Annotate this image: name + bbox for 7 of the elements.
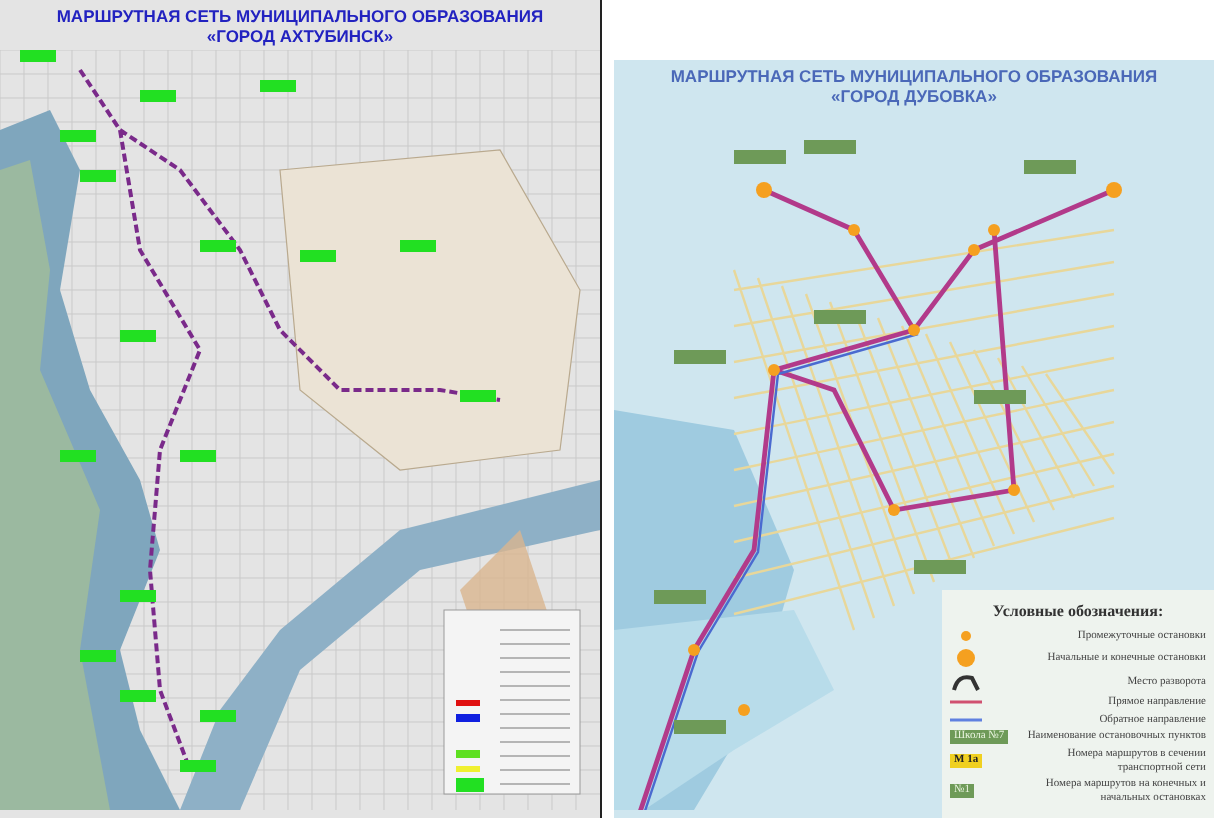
map-title: «ГОРОД ДУБОВКА» [831,86,997,106]
map-title: МАРШРУТНАЯ СЕТЬ МУНИЦИПАЛЬНОГО ОБРАЗОВАНИЯ [670,66,1158,86]
legend-title: Условные обозначения: [990,602,1166,620]
map-title: МАРШРУТНАЯ СЕТЬ МУНИЦИПАЛЬНОГО ОБРАЗОВАНИЯ [56,6,544,26]
map-title: «ГОРОД АХТУБИНСК» [206,26,394,46]
line-icon [950,715,982,724]
line-icon [950,698,982,707]
